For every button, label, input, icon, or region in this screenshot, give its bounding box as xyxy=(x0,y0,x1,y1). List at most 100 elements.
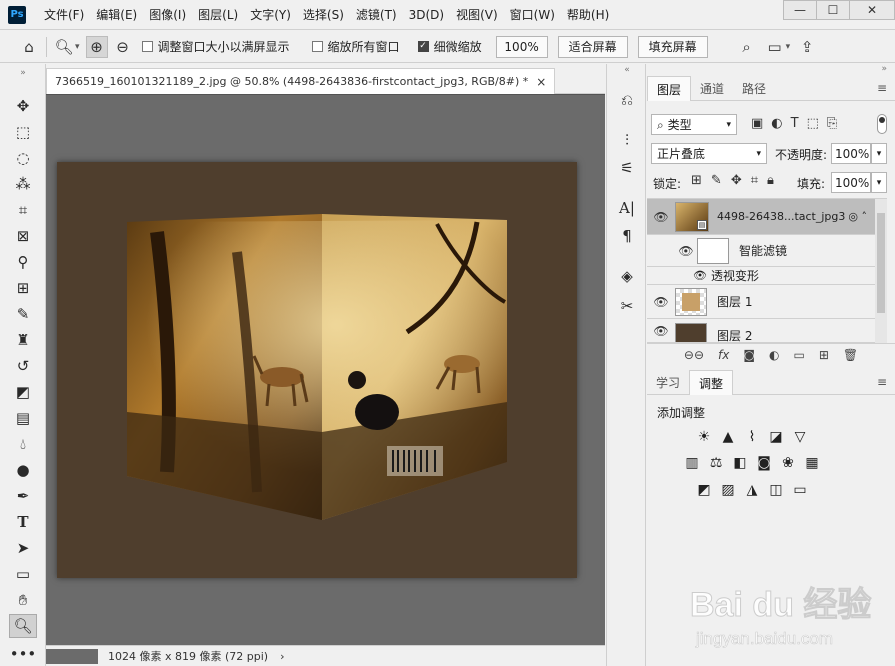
home-icon[interactable]: ⌂ xyxy=(18,36,40,58)
exposure-icon[interactable]: ◪ xyxy=(767,429,785,445)
hue-saturation-icon[interactable]: ▥ xyxy=(683,455,701,471)
opacity-input[interactable]: 100% xyxy=(831,143,871,164)
menu-edit[interactable]: 编辑(E) xyxy=(90,0,143,30)
menu-select[interactable]: 选择(S) xyxy=(297,0,350,30)
zoom-tool-icon[interactable]: 🔍︎ xyxy=(9,614,37,638)
lock-position-icon[interactable]: ✥ xyxy=(731,173,742,188)
type-filter-icon[interactable]: T xyxy=(791,116,799,131)
maximize-button[interactable]: ☐ xyxy=(816,0,850,20)
new-layer-icon[interactable]: ⊞ xyxy=(819,348,829,362)
more-tools-icon[interactable]: ••• xyxy=(9,642,37,666)
eye-icon[interactable]: 👁︎ xyxy=(647,269,711,282)
adjustment-filter-icon[interactable]: ◐ xyxy=(771,116,782,131)
panel-menu-icon[interactable]: ≡ xyxy=(877,370,887,394)
tab-adjustments[interactable]: 调整 xyxy=(689,370,734,395)
healing-brush-tool-icon[interactable]: ⊞ xyxy=(9,276,37,300)
collapse-icon[interactable]: » xyxy=(9,68,37,78)
filter-effects-icon[interactable]: ◎ ˄ xyxy=(848,210,867,223)
zoom-tool-preset-icon[interactable]: 🔍︎ xyxy=(53,36,75,58)
layer-row-smart-filters[interactable]: 👁︎ 智能滤镜 xyxy=(647,235,875,267)
rectangle-tool-icon[interactable]: ▭ xyxy=(9,562,37,586)
move-tool-icon[interactable]: ✥ xyxy=(9,94,37,118)
paragraph-icon[interactable]: ¶ xyxy=(614,224,640,248)
add-mask-icon[interactable]: ◙ xyxy=(743,348,755,362)
frame-tool-icon[interactable]: ⊠ xyxy=(9,224,37,248)
collapse-icon[interactable]: « xyxy=(614,64,640,76)
tab-channels[interactable]: 通道 xyxy=(691,76,733,101)
menu-file[interactable]: 文件(F) xyxy=(38,0,90,30)
layer-row-layer1[interactable]: 👁︎ 图层 1 xyxy=(647,285,875,319)
photo-filter-icon[interactable]: ◙ xyxy=(755,455,773,471)
zoom-all-option[interactable]: 缩放所有窗口 xyxy=(311,38,400,55)
tab-learn[interactable]: 学习 xyxy=(647,370,689,395)
zoom-100-button[interactable]: 100% xyxy=(495,35,548,58)
history-icon[interactable]: ⎌ xyxy=(614,88,640,112)
fit-screen-button[interactable]: 适合屏幕 xyxy=(557,35,628,58)
blur-tool-icon[interactable]: 💧︎ xyxy=(9,432,37,456)
collapse-icon[interactable]: » xyxy=(647,64,895,76)
fill-dropdown[interactable]: ▾ xyxy=(871,172,887,193)
layer-style-icon[interactable]: fx xyxy=(718,348,729,362)
marquee-tool-icon[interactable]: ⬚ xyxy=(9,120,37,144)
menu-view[interactable]: 视图(V) xyxy=(450,0,504,30)
menu-help[interactable]: 帮助(H) xyxy=(561,0,615,30)
magic-wand-tool-icon[interactable]: ⁂ xyxy=(9,172,37,196)
type-tool-icon[interactable]: T xyxy=(9,510,37,534)
close-icon[interactable]: × xyxy=(536,75,546,89)
document-tab[interactable]: 7366519_160101321189_2.jpg @ 50.8% (4498… xyxy=(46,68,556,94)
fill-screen-button[interactable]: 填充屏幕 xyxy=(637,35,708,58)
lock-all-icon[interactable]: 🔒︎ xyxy=(767,173,774,188)
tab-layers[interactable]: 图层 xyxy=(647,76,692,101)
menu-image[interactable]: 图像(I) xyxy=(143,0,192,30)
document-canvas[interactable] xyxy=(57,162,577,578)
threshold-icon[interactable]: ◮ xyxy=(743,482,761,498)
eyedropper-tool-icon[interactable]: ⚲ xyxy=(9,250,37,274)
brush-tool-icon[interactable]: ✎ xyxy=(9,302,37,326)
resize-windows-checkbox[interactable] xyxy=(141,41,153,52)
resize-windows-option[interactable]: 调整窗口大小以满屏显示 xyxy=(141,38,290,55)
posterize-icon[interactable]: ▨ xyxy=(719,482,737,498)
zoom-out-icon[interactable]: ⊖ xyxy=(112,36,134,58)
menu-type[interactable]: 文字(Y) xyxy=(244,0,297,30)
dodge-tool-icon[interactable]: ● xyxy=(9,458,37,482)
crop-tool-icon[interactable]: ⌗ xyxy=(9,198,37,222)
menu-layer[interactable]: 图层(L) xyxy=(192,0,244,30)
levels-icon[interactable]: ▲ xyxy=(719,429,737,445)
new-group-icon[interactable]: ▭ xyxy=(793,348,804,362)
lock-artboard-icon[interactable]: ⌗ xyxy=(751,173,758,188)
opacity-dropdown[interactable]: ▾ xyxy=(871,143,887,164)
layer-row-perspective-warp[interactable]: 👁︎ 透视变形 xyxy=(647,267,875,285)
vibrance-icon[interactable]: ▽ xyxy=(791,429,809,445)
layer-filter-select[interactable]: ⌕ 类型 ▾ xyxy=(651,114,737,135)
eye-icon[interactable]: 👁︎ xyxy=(647,324,675,338)
zoom-level-field[interactable] xyxy=(46,648,98,664)
brush-settings-icon[interactable]: ⚟ xyxy=(614,156,640,180)
hand-tool-icon[interactable]: ✋︎ xyxy=(9,588,37,612)
history-brush-tool-icon[interactable]: ↺ xyxy=(9,354,37,378)
chevron-down-icon[interactable]: ▾ xyxy=(75,42,80,52)
invert-icon[interactable]: ◩ xyxy=(695,482,713,498)
lock-pixels-icon[interactable]: ✎ xyxy=(711,173,722,188)
stamp-tool-icon[interactable]: ♜ xyxy=(9,328,37,352)
pen-tool-icon[interactable]: ✒ xyxy=(9,484,37,508)
brushes-icon[interactable]: ⫶ xyxy=(614,128,640,152)
status-menu-arrow[interactable]: › xyxy=(280,650,284,663)
color-lookup-icon[interactable]: ▦ xyxy=(803,455,821,471)
smart-object-filter-icon[interactable]: ⎘ xyxy=(827,116,837,131)
layer-row-layer2[interactable]: 👁︎ 图层 2 xyxy=(647,319,875,343)
share-icon[interactable]: ⇪ xyxy=(796,36,818,58)
layers-scrollbar[interactable] xyxy=(875,199,887,343)
color-balance-icon[interactable]: ⚖ xyxy=(707,455,725,471)
panel-menu-icon[interactable]: ≡ xyxy=(877,76,887,100)
channel-mixer-icon[interactable]: ❀ xyxy=(779,455,797,471)
eye-icon[interactable]: 👁︎ xyxy=(675,244,697,258)
workspace-icon[interactable]: ▭ xyxy=(764,36,786,58)
black-white-icon[interactable]: ◧ xyxy=(731,455,749,471)
pixel-filter-icon[interactable]: ▣ xyxy=(751,116,763,131)
menu-filter[interactable]: 滤镜(T) xyxy=(350,0,403,30)
gradient-tool-icon[interactable]: ▤ xyxy=(9,406,37,430)
scrubby-zoom-checkbox[interactable]: ✓ xyxy=(417,41,429,52)
eraser-tool-icon[interactable]: ◩ xyxy=(9,380,37,404)
link-layers-icon[interactable]: ⊖⊖ xyxy=(684,348,704,362)
chevron-down-icon[interactable]: ▾ xyxy=(786,42,791,52)
